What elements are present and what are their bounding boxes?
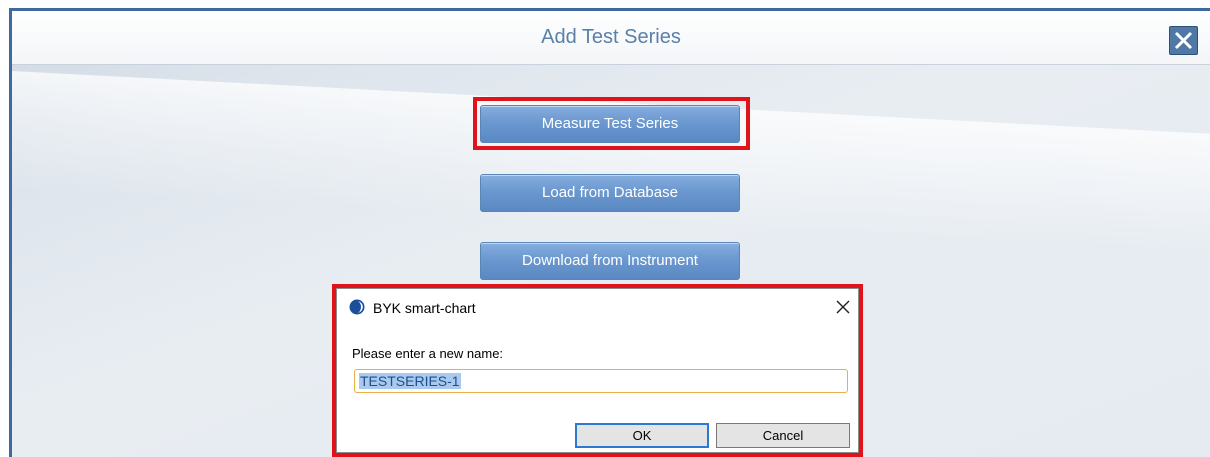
close-icon (1174, 31, 1193, 50)
download-from-instrument-button[interactable]: Download from Instrument (480, 242, 740, 280)
name-input-value: TESTSERIES-1 (359, 373, 461, 389)
byk-logo-icon (349, 299, 365, 315)
rename-popup-highlight: BYK smart-chart Please enter a new name:… (332, 284, 863, 457)
ok-button[interactable]: OK (575, 423, 709, 448)
dialog-title: Add Test Series (541, 26, 681, 48)
popup-title: BYK smart-chart (373, 300, 476, 316)
cancel-button[interactable]: Cancel (716, 423, 850, 448)
window-border-top (9, 8, 1210, 11)
close-icon[interactable] (833, 297, 853, 317)
name-prompt-label: Please enter a new name: (352, 346, 504, 361)
measure-test-series-button[interactable]: Measure Test Series (480, 105, 740, 143)
rename-popup: BYK smart-chart Please enter a new name:… (336, 288, 859, 453)
load-from-database-button[interactable]: Load from Database (480, 174, 740, 212)
name-input[interactable]: TESTSERIES-1 (354, 369, 848, 393)
app-window: Add Test Series Measure Test Series Load… (0, 0, 1210, 457)
dialog-close-button[interactable] (1169, 26, 1198, 55)
window-border-left (9, 8, 12, 457)
dialog-title-bar: Add Test Series (12, 11, 1210, 65)
